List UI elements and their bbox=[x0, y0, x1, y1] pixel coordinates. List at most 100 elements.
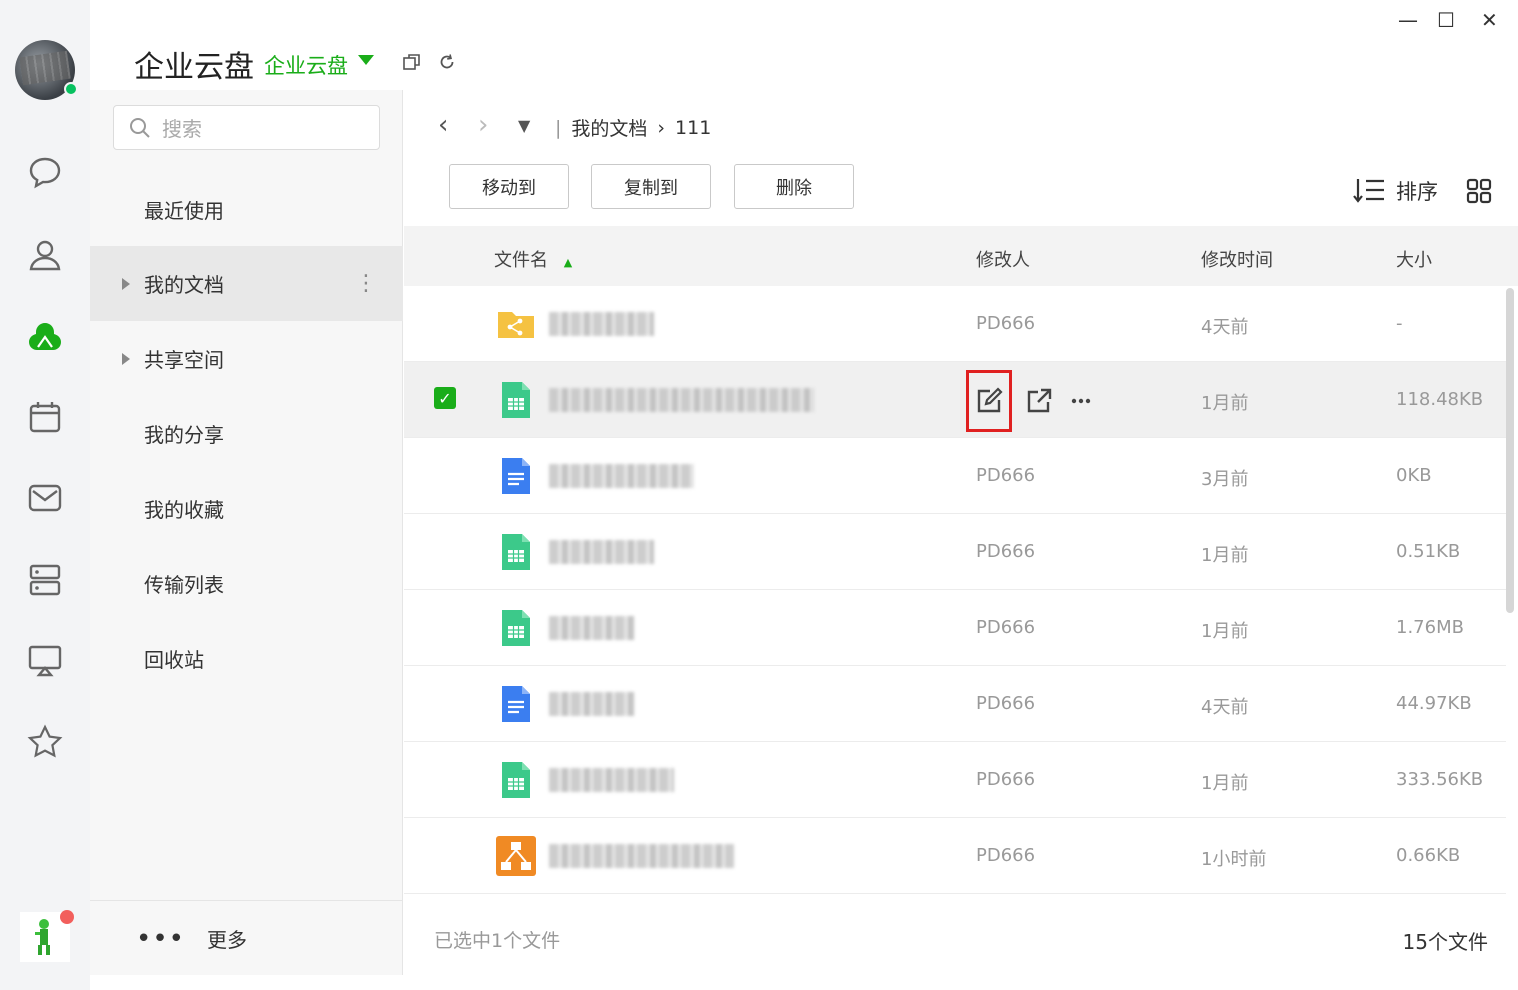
online-status-dot bbox=[64, 82, 78, 96]
sidebar-item-my-shares[interactable]: 我的分享 bbox=[90, 396, 403, 471]
forward-arrow-icon[interactable]: › bbox=[478, 110, 488, 140]
sort-button[interactable]: 排序 bbox=[1352, 176, 1438, 206]
drawio-file-icon bbox=[496, 836, 536, 876]
time-cell: 4天前 bbox=[1201, 697, 1249, 718]
file-name-redacted[interactable] bbox=[549, 692, 634, 716]
spreadsheet-file-icon bbox=[496, 760, 536, 800]
contacts-icon[interactable] bbox=[25, 235, 65, 275]
app-title: 企业云盘 bbox=[134, 50, 254, 85]
open-external-icon[interactable] bbox=[1024, 386, 1054, 416]
space-selector[interactable]: 企业云盘 bbox=[264, 50, 348, 80]
sidebar-item-label: 回收站 bbox=[144, 648, 204, 672]
time-cell: 3月前 bbox=[1201, 469, 1249, 490]
screen-share-icon[interactable] bbox=[25, 640, 65, 680]
selected-count: 已选中1个文件 bbox=[434, 930, 561, 952]
row-checkbox-checked[interactable]: ✓ bbox=[434, 387, 456, 409]
more-options-icon[interactable] bbox=[1066, 386, 1096, 416]
chevron-down-icon[interactable] bbox=[358, 55, 374, 65]
file-name-redacted[interactable] bbox=[549, 768, 674, 792]
history-dropdown-icon[interactable]: ▼ bbox=[518, 116, 530, 135]
size-cell: 1.76MB bbox=[1396, 617, 1464, 638]
size-cell: 0.66KB bbox=[1396, 845, 1461, 866]
chat-icon[interactable] bbox=[25, 152, 65, 192]
sort-label: 排序 bbox=[1396, 180, 1438, 204]
status-footer: 已选中1个文件 15个文件 bbox=[404, 900, 1518, 976]
minimize-button[interactable]: — bbox=[1398, 8, 1418, 32]
file-name-redacted[interactable] bbox=[549, 464, 694, 488]
col-header-time[interactable]: 修改时间 bbox=[1201, 246, 1273, 272]
cloud-drive-icon[interactable] bbox=[25, 317, 65, 357]
modifier-cell: PD666 bbox=[976, 845, 1036, 866]
search-icon bbox=[130, 117, 150, 138]
sidebar-item-recycle-bin[interactable]: 回收站 bbox=[90, 621, 403, 696]
sidebar-item-shared-space[interactable]: 共享空间 bbox=[90, 321, 403, 396]
workbench-icon[interactable] bbox=[25, 560, 65, 600]
calendar-icon[interactable] bbox=[25, 397, 65, 437]
more-dots-icon: ••• bbox=[136, 923, 186, 954]
time-cell: 1月前 bbox=[1201, 621, 1249, 642]
edit-icon bbox=[977, 387, 1003, 413]
breadcrumb-root[interactable]: 我的文档 bbox=[571, 114, 647, 141]
table-row[interactable]: PD666 1月前 1.76MB bbox=[404, 590, 1506, 666]
sidebar-item-my-docs[interactable]: 我的文档 ⋮ bbox=[90, 246, 403, 321]
caret-right-icon[interactable] bbox=[122, 352, 130, 365]
table-row[interactable]: PD666 4天前 - bbox=[404, 286, 1506, 362]
breadcrumb: | 我的文档 › 111 bbox=[555, 114, 711, 141]
document-file-icon bbox=[496, 684, 536, 724]
file-name-redacted[interactable] bbox=[549, 312, 654, 336]
table-row-selected[interactable]: ✓ 1月前 118.48KB bbox=[404, 362, 1506, 438]
table-header: 文件名 ▲ 修改人 修改时间 大小 bbox=[404, 226, 1518, 286]
kebab-menu-icon[interactable]: ⋮ bbox=[355, 271, 377, 296]
sidebar-item-favorites[interactable]: 我的收藏 bbox=[90, 471, 403, 546]
notification-dot bbox=[60, 910, 74, 924]
modifier-cell: PD666 bbox=[976, 541, 1036, 562]
file-name-redacted[interactable] bbox=[549, 388, 814, 412]
col-header-modifier[interactable]: 修改人 bbox=[976, 246, 1030, 272]
size-cell: - bbox=[1396, 313, 1403, 334]
table-row[interactable]: PD666 1月前 333.56KB bbox=[404, 742, 1506, 818]
search-placeholder: 搜索 bbox=[162, 117, 202, 141]
table-row[interactable]: PD666 4天前 44.97KB bbox=[404, 666, 1506, 742]
total-count: 15个文件 bbox=[1402, 930, 1488, 954]
sidebar-item-recent[interactable]: 最近使用 bbox=[90, 172, 403, 247]
close-button[interactable]: ✕ bbox=[1481, 8, 1498, 32]
chevron-right-icon: › bbox=[657, 116, 666, 139]
caret-right-icon[interactable] bbox=[122, 277, 130, 290]
time-cell: 1小时前 bbox=[1201, 849, 1267, 870]
copy-to-button[interactable]: 复制到 bbox=[591, 164, 711, 209]
file-name-redacted[interactable] bbox=[549, 844, 734, 868]
table-row[interactable]: PD666 1小时前 0.66KB bbox=[404, 818, 1506, 894]
sidebar-item-label: 共享空间 bbox=[144, 348, 224, 372]
table-row[interactable]: PD666 1月前 0.51KB bbox=[404, 514, 1506, 590]
popout-window-icon[interactable] bbox=[402, 52, 422, 72]
modifier-cell: PD666 bbox=[976, 313, 1036, 334]
grid-view-icon[interactable] bbox=[1466, 178, 1492, 204]
mail-icon[interactable] bbox=[25, 478, 65, 518]
sort-asc-icon[interactable]: ▲ bbox=[564, 256, 572, 269]
col-header-name[interactable]: 文件名 ▲ bbox=[494, 246, 572, 272]
move-to-button[interactable]: 移动到 bbox=[449, 164, 569, 209]
maximize-button[interactable]: ☐ bbox=[1437, 8, 1455, 32]
size-cell: 118.48KB bbox=[1396, 389, 1484, 410]
breadcrumb-current: 111 bbox=[675, 116, 712, 139]
file-name-redacted[interactable] bbox=[549, 616, 634, 640]
sidebar-item-label: 我的文档 bbox=[144, 273, 224, 297]
spreadsheet-file-icon bbox=[496, 608, 536, 648]
table-row[interactable]: PD666 3月前 0KB bbox=[404, 438, 1506, 514]
sidebar-item-label: 传输列表 bbox=[144, 573, 224, 597]
file-name-redacted[interactable] bbox=[549, 540, 654, 564]
delete-button[interactable]: 删除 bbox=[734, 164, 854, 209]
sidebar-item-transfers[interactable]: 传输列表 bbox=[90, 546, 403, 621]
search-input[interactable]: 搜索 bbox=[113, 105, 380, 150]
vertical-scrollbar[interactable] bbox=[1506, 288, 1514, 613]
sort-icon bbox=[1353, 179, 1384, 203]
back-arrow-icon[interactable]: ‹ bbox=[438, 110, 448, 140]
spreadsheet-file-icon bbox=[496, 380, 536, 420]
edit-button[interactable] bbox=[966, 370, 1012, 432]
col-header-size[interactable]: 大小 bbox=[1396, 246, 1432, 272]
refresh-icon[interactable] bbox=[437, 52, 457, 72]
favorites-star-icon[interactable] bbox=[25, 722, 65, 762]
more-button[interactable]: ••• 更多 bbox=[90, 900, 403, 976]
time-cell: 4天前 bbox=[1201, 317, 1249, 338]
shared-folder-icon bbox=[496, 304, 536, 344]
